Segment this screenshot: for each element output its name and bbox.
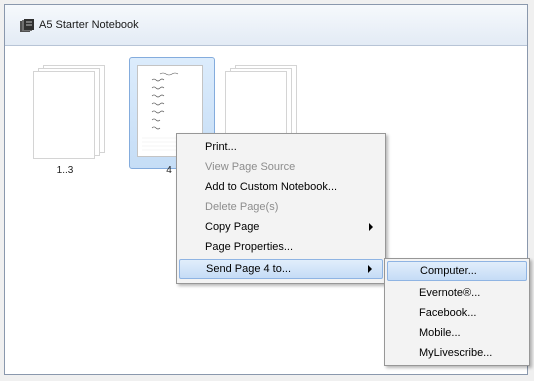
menu-item-view-page-source[interactable]: View Page Source: [179, 157, 383, 177]
submenu-item-computer[interactable]: Computer...: [387, 261, 527, 281]
notebook-icon: [20, 19, 34, 32]
menu-item-send-page[interactable]: Send Page 4 to...: [179, 259, 383, 279]
thumbnail-label: 1..3: [56, 165, 74, 176]
menu-item-label: Copy Page: [205, 221, 260, 233]
submenu-item-mobile[interactable]: Mobile...: [387, 323, 527, 343]
window-title: A5 Starter Notebook: [39, 19, 139, 31]
window-titlebar: A5 Starter Notebook: [5, 5, 527, 46]
menu-item-copy-page[interactable]: Copy Page: [179, 217, 383, 237]
send-to-submenu: Computer... Evernote®... Facebook... Mob…: [384, 258, 530, 366]
submenu-item-facebook[interactable]: Facebook...: [387, 303, 527, 323]
submenu-item-evernote[interactable]: Evernote®...: [387, 283, 527, 303]
menu-item-print[interactable]: Print...: [179, 137, 383, 157]
menu-item-page-properties[interactable]: Page Properties...: [179, 237, 383, 257]
submenu-arrow-icon: [368, 265, 372, 273]
menu-item-label: Send Page 4 to...: [206, 263, 292, 275]
submenu-arrow-icon: [369, 223, 373, 231]
menu-item-add-to-custom-notebook[interactable]: Add to Custom Notebook...: [179, 177, 383, 197]
page-thumbnail-stack-1[interactable]: 1..3: [31, 63, 111, 176]
page-context-menu: Print... View Page Source Add to Custom …: [176, 133, 386, 284]
submenu-item-mylivescribe[interactable]: MyLivescribe...: [387, 343, 527, 363]
menu-item-delete-pages[interactable]: Delete Page(s): [179, 197, 383, 217]
